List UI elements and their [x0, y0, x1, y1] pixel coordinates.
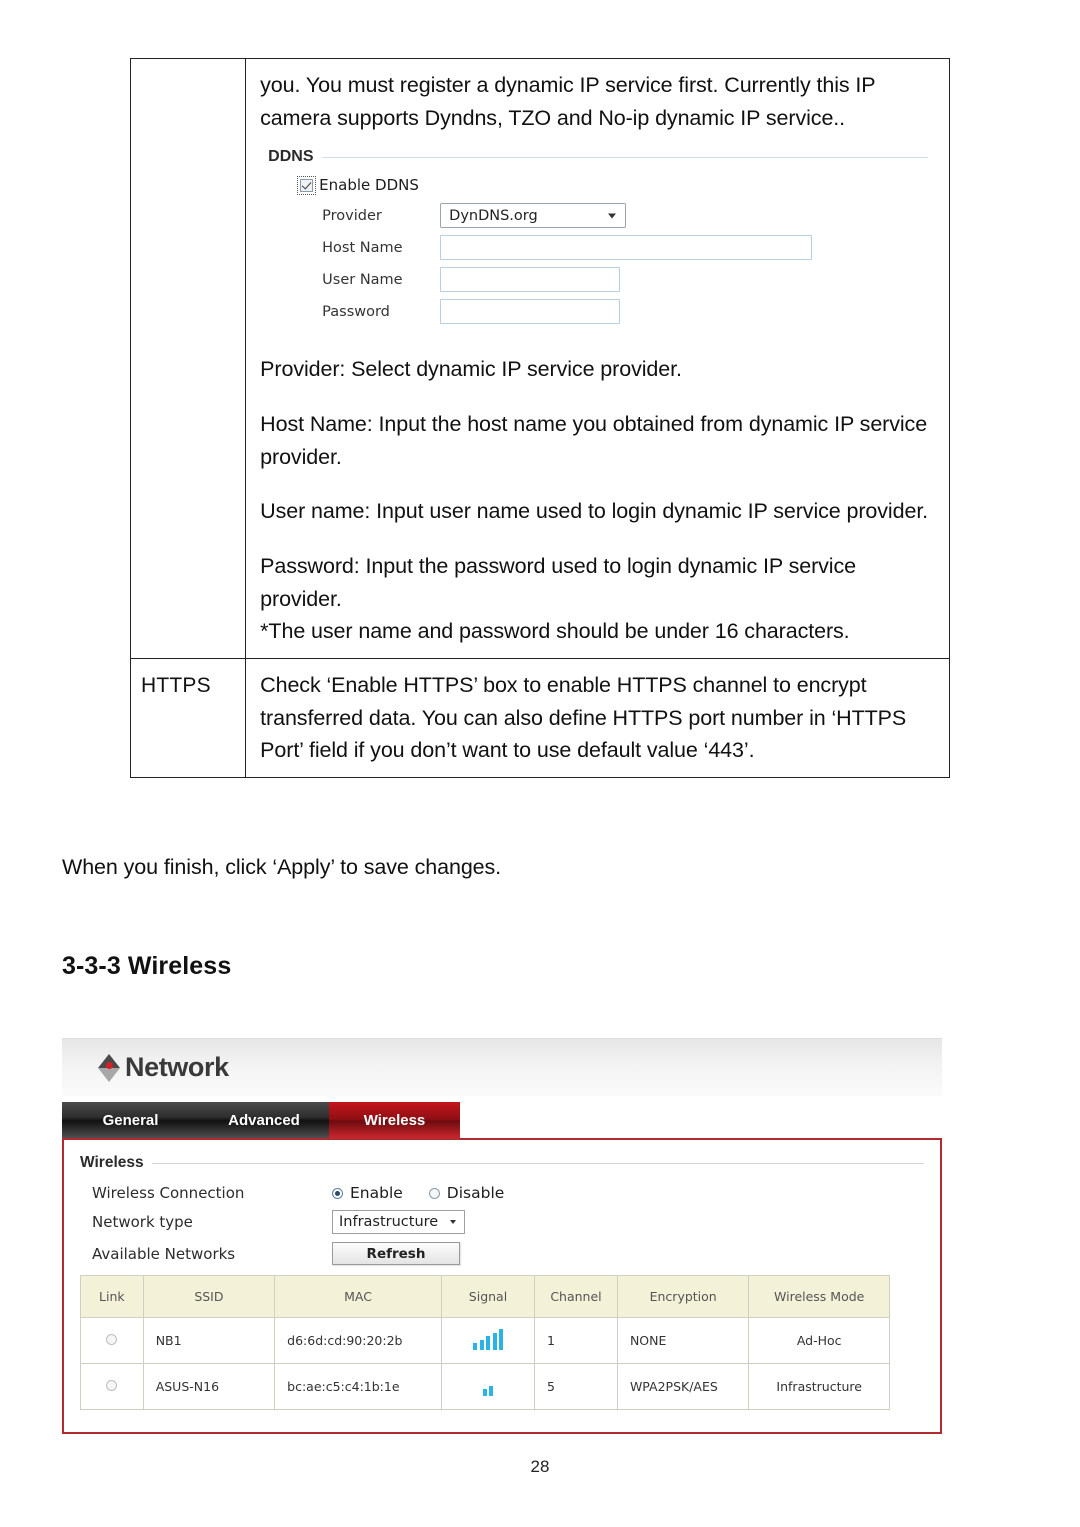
- network-channel: 5: [534, 1363, 618, 1410]
- apply-note: When you finish, click ‘Apply’ to save c…: [62, 855, 502, 879]
- table-row[interactable]: ASUS-N16 bc:ae:c5:c4:1b:1e 5 WPA2PSK/AES…: [80, 1363, 890, 1410]
- host-name-label: Host Name: [322, 239, 403, 256]
- provider-select[interactable]: DynDNS.org: [440, 203, 627, 229]
- user-name-row: User Name: [300, 267, 928, 293]
- provider-select-value: DynDNS.org: [449, 207, 538, 224]
- chevron-down-icon: [450, 1220, 456, 1224]
- wireless-legend-rule: [151, 1162, 924, 1164]
- network-channel: 1: [534, 1317, 618, 1364]
- column-header-encryption: Encryption: [616, 1275, 750, 1318]
- table-header-row: Link SSID MAC Signal Channel Encryption …: [80, 1275, 890, 1318]
- https-label: HTTPS: [141, 674, 211, 698]
- password-label: Password: [322, 303, 390, 320]
- ddns-legend-rule: [321, 156, 929, 158]
- radio-enable[interactable]: Enable: [332, 1184, 403, 1202]
- refresh-button[interactable]: Refresh: [332, 1242, 460, 1265]
- network-select-radio[interactable]: [106, 1380, 118, 1391]
- available-networks-table: Link SSID MAC Signal Channel Encryption …: [80, 1275, 890, 1410]
- table-row: HTTPS Check ‘Enable HTTPS’ box to enable…: [129, 658, 950, 779]
- network-wireless-screenshot: Network General Advanced Wireless Wirele…: [62, 1038, 942, 1458]
- table-row: you. You must register a dynamic IP serv…: [129, 57, 950, 660]
- network-type-select[interactable]: Infrastructure: [332, 1210, 465, 1234]
- network-mac: bc:ae:c5:c4:1b:1e: [274, 1363, 442, 1410]
- tab-advanced[interactable]: Advanced: [199, 1102, 329, 1138]
- available-networks-label: Available Networks: [92, 1244, 236, 1263]
- provider-row: Provider DynDNS.org: [300, 203, 928, 229]
- network-type-select-value: Infrastructure: [339, 1214, 439, 1230]
- radio-enable-button[interactable]: [332, 1187, 343, 1199]
- wireless-panel: Wireless Wireless Connection Enable Disa…: [62, 1138, 942, 1434]
- network-signal-cell: [440, 1363, 536, 1410]
- column-header-mac: MAC: [274, 1275, 442, 1318]
- tab-general[interactable]: General: [62, 1102, 199, 1138]
- diamond-dot-logo-icon: [96, 1053, 122, 1083]
- network-signal-cell: [440, 1317, 536, 1364]
- provider-description: Provider: Select dynamic IP service prov…: [260, 357, 682, 382]
- signal-strength-icon: [473, 1328, 503, 1350]
- radio-disable-button[interactable]: [428, 1187, 440, 1199]
- row-label: [131, 59, 245, 81]
- column-header-ssid: SSID: [142, 1275, 276, 1318]
- wireless-legend: Wireless: [80, 1154, 144, 1171]
- provider-label: Provider: [322, 207, 382, 224]
- column-header-signal: Signal: [440, 1275, 536, 1318]
- radio-enable-label: Enable: [350, 1184, 403, 1202]
- enable-ddns-checkbox[interactable]: [297, 175, 317, 195]
- column-header-wireless-mode: Wireless Mode: [748, 1275, 890, 1318]
- password-row: Password: [300, 299, 928, 325]
- password-description: Password: Input the password used to log…: [260, 554, 856, 611]
- network-wireless-mode: Ad-Hoc: [748, 1317, 890, 1364]
- tab-bar: General Advanced Wireless: [62, 1102, 942, 1138]
- radio-disable-label: Disable: [446, 1184, 505, 1202]
- tab-wireless[interactable]: Wireless: [329, 1102, 460, 1138]
- host-name-row: Host Name: [300, 235, 928, 261]
- chevron-down-icon: [608, 213, 617, 219]
- signal-strength-icon: [482, 1374, 494, 1396]
- column-header-link: Link: [80, 1275, 144, 1318]
- network-mac: d6:6d:cd:90:20:2b: [274, 1317, 442, 1364]
- column-header-channel: Channel: [534, 1275, 618, 1318]
- https-description: Check ‘Enable HTTPS’ box to enable HTTPS…: [260, 673, 907, 763]
- ddns-legend: DDNS: [268, 148, 314, 166]
- https-body-cell: Check ‘Enable HTTPS’ box to enable HTTPS…: [245, 658, 950, 779]
- network-type-row: Network type Infrastructure: [80, 1210, 924, 1234]
- available-networks-row: Available Networks Refresh: [80, 1242, 924, 1265]
- network-wireless-mode: Infrastructure: [748, 1363, 890, 1410]
- enable-ddns-label: Enable DDNS: [319, 176, 419, 195]
- host-name-description: Host Name: Input the host name you obtai…: [260, 412, 928, 469]
- row-body-cell: you. You must register a dynamic IP serv…: [245, 57, 950, 660]
- network-encryption: NONE: [616, 1317, 750, 1364]
- network-link-cell[interactable]: [80, 1317, 144, 1364]
- page-title: 3-3-3 Wireless: [62, 952, 232, 980]
- network-type-label: Network type: [92, 1213, 193, 1231]
- https-label-cell: HTTPS: [129, 658, 247, 779]
- table-row[interactable]: NB1 d6:6d:cd:90:20:2b 1 NONE Ad-Hoc: [80, 1317, 890, 1364]
- manual-settings-table: you. You must register a dynamic IP serv…: [129, 57, 950, 779]
- user-name-description: User name: Input user name used to login…: [260, 499, 929, 524]
- radio-disable[interactable]: Disable: [428, 1184, 505, 1202]
- network-encryption: WPA2PSK/AES: [616, 1363, 750, 1410]
- host-name-input[interactable]: [440, 235, 813, 261]
- network-ssid: NB1: [142, 1317, 276, 1364]
- password-input[interactable]: [440, 299, 621, 325]
- user-name-label: User Name: [322, 271, 403, 288]
- network-link-cell[interactable]: [80, 1363, 144, 1410]
- wireless-connection-row: Wireless Connection Enable Disable: [80, 1184, 924, 1202]
- user-name-input[interactable]: [440, 267, 621, 293]
- character-limit-note: *The user name and password should be un…: [260, 619, 850, 644]
- network-ssid: ASUS-N16: [142, 1363, 276, 1410]
- row-label-cell: [129, 57, 247, 660]
- tab-bar-filler: [460, 1102, 942, 1138]
- wireless-legend-row: Wireless: [80, 1154, 924, 1172]
- enable-ddns-row[interactable]: Enable DDNS: [297, 175, 928, 195]
- wireless-connection-label: Wireless Connection: [92, 1184, 245, 1202]
- ddns-settings-panel: DDNS Enable DDNS Provider DynDNS.org Hos…: [268, 148, 929, 325]
- app-title: Network: [125, 1052, 229, 1082]
- app-header: Network: [62, 1038, 942, 1096]
- wireless-connection-radio-group: Enable Disable: [332, 1184, 504, 1202]
- ddns-legend-row: DDNS: [268, 148, 929, 166]
- page-number: 28: [530, 1457, 550, 1476]
- network-select-radio[interactable]: [106, 1334, 118, 1345]
- ddns-intro-paragraph: you. You must register a dynamic IP serv…: [260, 73, 876, 130]
